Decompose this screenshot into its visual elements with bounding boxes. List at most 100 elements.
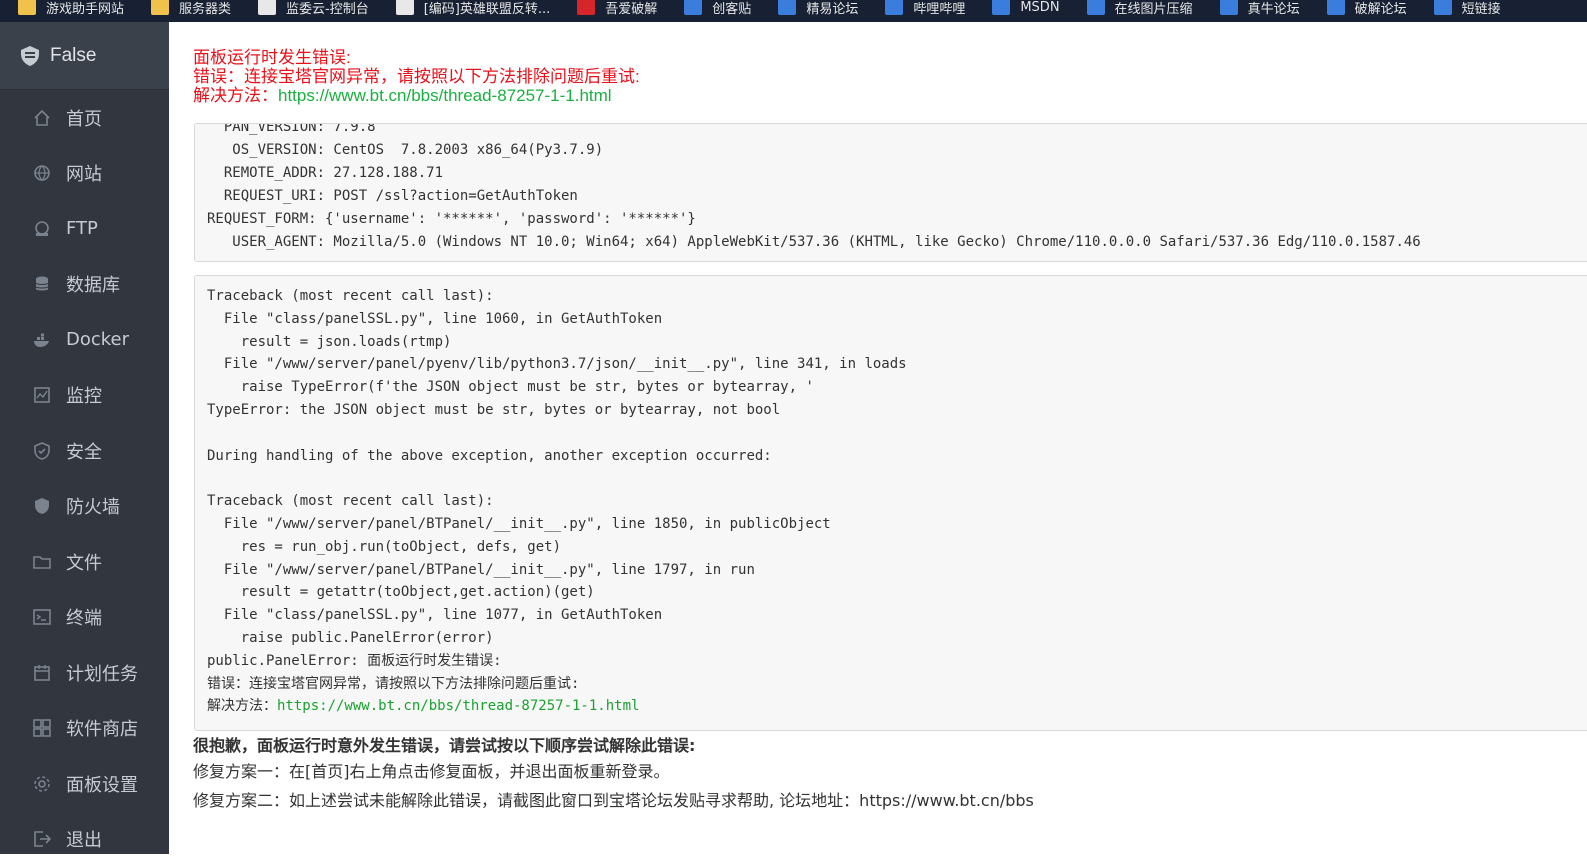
site-icon bbox=[577, 0, 595, 15]
traceback-line: Traceback (most recent call last): bbox=[207, 490, 907, 513]
sidebar-item[interactable]: 文件 bbox=[0, 534, 169, 590]
monitor-icon bbox=[33, 386, 51, 404]
sidebar-item[interactable]: FTP bbox=[0, 201, 169, 257]
traceback-line: public.PanelError: 面板运行时发生错误: bbox=[207, 650, 907, 673]
traceback-line: During handling of the above exception, … bbox=[207, 445, 907, 468]
bookmark-label: 服务器类 bbox=[179, 0, 231, 17]
sidebar-item[interactable]: 退出 bbox=[0, 812, 169, 867]
fix-option-one: 修复方案一：在[首页]右上角点击修复面板，并退出面板重新登录。 bbox=[193, 757, 1034, 786]
site-icon bbox=[992, 0, 1010, 15]
traceback-line: result = json.loads(rtmp) bbox=[207, 331, 907, 354]
ftp-icon bbox=[33, 220, 51, 238]
traceback-solution: 解决方法：https://www.bt.cn/bbs/thread-87257-… bbox=[207, 695, 907, 718]
bookmark-item[interactable]: 创客贴 bbox=[666, 0, 760, 18]
sidebar-item[interactable]: 面板设置 bbox=[0, 756, 169, 812]
bookmark-label: [编码]英雄联盟反转... bbox=[424, 0, 551, 17]
bookmark-item[interactable]: 真牛论坛 bbox=[1202, 0, 1309, 18]
sidebar-item-label: FTP bbox=[66, 218, 98, 239]
bookmark-item[interactable]: 破解论坛 bbox=[1309, 0, 1416, 18]
sidebar-item-label: 安全 bbox=[66, 438, 102, 464]
traceback-solution-link[interactable]: https://www.bt.cn/bbs/thread-87257-1-1.h… bbox=[277, 698, 639, 714]
error-solution: 解决方法：https://www.bt.cn/bbs/thread-87257-… bbox=[193, 86, 640, 105]
traceback-line: File "/www/server/panel/BTPanel/__init__… bbox=[207, 559, 907, 582]
solution-link[interactable]: https://www.bt.cn/bbs/thread-87257-1-1.h… bbox=[278, 86, 612, 105]
logout-icon bbox=[33, 830, 51, 848]
bookmark-item[interactable]: 短链接 bbox=[1416, 0, 1510, 18]
env-info-line: REQUEST_URI: POST /ssl?action=GetAuthTok… bbox=[207, 185, 1421, 208]
main-content: 面板运行时发生错误: 错误：连接宝塔官网异常，请按照以下方法排除问题后重试: 解… bbox=[169, 22, 1587, 854]
bookmark-item[interactable]: 游戏助手网站 bbox=[0, 0, 133, 18]
sidebar-item[interactable]: 数据库 bbox=[0, 257, 169, 313]
bookmark-item[interactable]: MSDN bbox=[974, 0, 1068, 18]
link-icon bbox=[1434, 0, 1452, 15]
sidebar-nav: 首页网站 FTP 数据库 Docker 监控安全防火墙文件终端计划任务软件商店面板设置退… bbox=[0, 90, 169, 867]
sidebar-item[interactable]: 首页 bbox=[0, 90, 169, 146]
sidebar-item[interactable]: 计划任务 bbox=[0, 645, 169, 701]
bookmark-item[interactable]: 精易论坛 bbox=[760, 0, 867, 18]
traceback-line: result = getattr(toObject,get.action)(ge… bbox=[207, 581, 907, 604]
globe-icon bbox=[33, 164, 51, 182]
sidebar-item-label: 网站 bbox=[66, 160, 102, 186]
traceback-line: res = run_obj.run(toObject, defs, get) bbox=[207, 536, 907, 559]
traceback-line: TypeError: the JSON object must be str, … bbox=[207, 399, 907, 422]
sidebar-item-label: 软件商店 bbox=[66, 715, 138, 741]
sidebar-item-label: 首页 bbox=[66, 105, 102, 131]
sidebar-item[interactable]: 监控 bbox=[0, 368, 169, 424]
traceback-line bbox=[207, 467, 907, 490]
env-info-line: REMOTE_ADDR: 27.128.188.71 bbox=[207, 162, 1421, 185]
bookmark-label: 破解论坛 bbox=[1355, 0, 1407, 17]
error-title: 面板运行时发生错误: bbox=[193, 48, 640, 67]
server-logo-icon bbox=[20, 45, 40, 67]
traceback-lines: Traceback (most recent call last): File … bbox=[207, 285, 907, 718]
env-info-lines: PAN_VERSION: 7.9.8 OS_VERSION: CentOS 7.… bbox=[207, 123, 1421, 254]
bookmark-item[interactable]: 哔哩哔哩 bbox=[867, 0, 974, 18]
traceback-line bbox=[207, 422, 907, 445]
sidebar: False 首页网站 FTP 数据库 Docker 监控安全防火墙文件终端计划任务软件商… bbox=[0, 22, 169, 854]
brand-name: False bbox=[50, 45, 96, 67]
folder-icon bbox=[18, 0, 36, 15]
sidebar-item[interactable]: Docker bbox=[0, 312, 169, 368]
env-info-line: PAN_VERSION: 7.9.8 bbox=[207, 123, 1421, 139]
site-icon bbox=[1220, 0, 1238, 15]
env-info-line: OS_VERSION: CentOS 7.8.2003 x86_64(Py3.7… bbox=[207, 139, 1421, 162]
help-section: 很抱歉，面板运行时意外发生错误，请尝试按以下顺序尝试解除此错误: 修复方案一：在… bbox=[193, 735, 1034, 815]
bookmark-item[interactable]: 监委云-控制台 bbox=[240, 0, 378, 18]
bookmarks-bar: 游戏助手网站 服务器类 监委云-控制台 [编码]英雄联盟反转... 吾爱破解创客贴精易论… bbox=[0, 0, 1587, 22]
sidebar-item-label: 数据库 bbox=[66, 271, 120, 297]
bilibili-icon bbox=[885, 0, 903, 15]
gear-icon bbox=[33, 775, 51, 793]
sidebar-item-label: 防火墙 bbox=[66, 493, 120, 519]
site-icon bbox=[1327, 0, 1345, 15]
bookmark-label: 在线图片压缩 bbox=[1115, 0, 1193, 17]
sidebar-item[interactable]: 终端 bbox=[0, 590, 169, 646]
traceback-line: Traceback (most recent call last): bbox=[207, 285, 907, 308]
folder-icon bbox=[33, 553, 51, 571]
sidebar-item[interactable]: 安全 bbox=[0, 423, 169, 479]
sidebar-item[interactable]: 网站 bbox=[0, 146, 169, 202]
sidebar-item-label: 监控 bbox=[66, 382, 102, 408]
bookmark-item[interactable]: 在线图片压缩 bbox=[1069, 0, 1202, 18]
sidebar-item-label: Docker bbox=[66, 329, 129, 350]
bookmark-label: 监委云-控制台 bbox=[286, 0, 369, 17]
traceback-line: File "class/panelSSL.py", line 1077, in … bbox=[207, 604, 907, 627]
bookmark-item[interactable]: [编码]英雄联盟反转... bbox=[378, 0, 560, 18]
sidebar-item[interactable]: 软件商店 bbox=[0, 701, 169, 757]
apps-icon bbox=[33, 719, 51, 737]
bookmark-item[interactable]: 吾爱破解 bbox=[559, 0, 666, 18]
site-icon bbox=[778, 0, 796, 15]
error-message: 错误：连接宝塔官网异常，请按照以下方法排除问题后重试: bbox=[193, 67, 640, 86]
sidebar-brand[interactable]: False bbox=[0, 22, 169, 90]
env-info-box: PAN_VERSION: 7.9.8 OS_VERSION: CentOS 7.… bbox=[194, 123, 1587, 262]
env-info-line: USER_AGENT: Mozilla/5.0 (Windows NT 10.0… bbox=[207, 231, 1421, 254]
bookmark-item[interactable]: 服务器类 bbox=[133, 0, 240, 18]
bookmark-label: 短链接 bbox=[1462, 0, 1501, 17]
sidebar-item[interactable]: 防火墙 bbox=[0, 479, 169, 535]
terminal-icon bbox=[33, 608, 51, 626]
page-icon bbox=[396, 0, 414, 15]
sidebar-item-label: 计划任务 bbox=[66, 660, 138, 686]
sidebar-item-label: 退出 bbox=[66, 826, 102, 852]
calendar-icon bbox=[33, 664, 51, 682]
traceback-line: raise TypeError(f'the JSON object must b… bbox=[207, 376, 907, 399]
firewall-icon bbox=[33, 497, 51, 515]
traceback-line: File "/www/server/panel/pyenv/lib/python… bbox=[207, 353, 907, 376]
